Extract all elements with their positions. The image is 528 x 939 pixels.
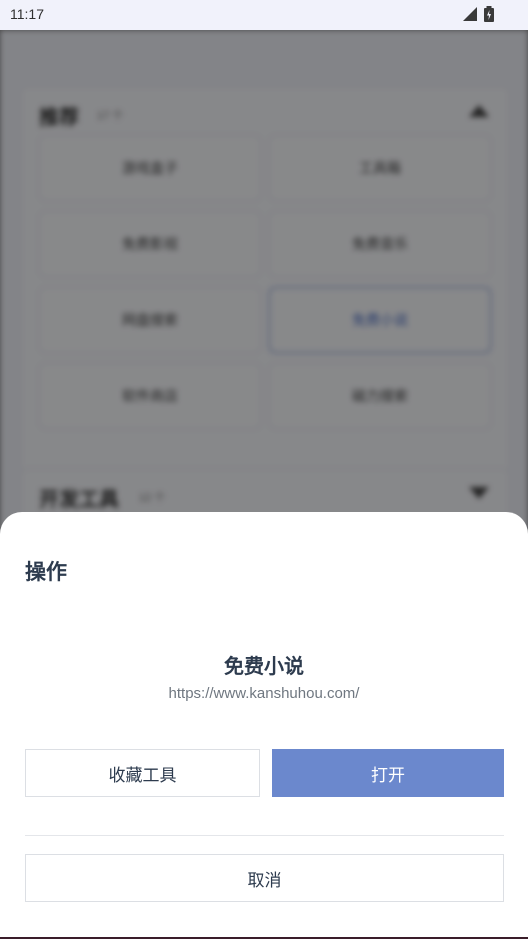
signal-icon xyxy=(463,7,477,21)
open-button[interactable]: 打开 xyxy=(272,749,504,797)
action-sheet: 操作 免费小说 https://www.kanshuhou.com/ 收藏工具 … xyxy=(0,512,528,939)
battery-icon xyxy=(484,6,494,22)
favorite-tool-button[interactable]: 收藏工具 xyxy=(25,749,260,797)
status-time: 11:17 xyxy=(10,6,44,22)
status-bar: 11:17 xyxy=(0,0,528,30)
status-icons xyxy=(462,6,494,22)
divider xyxy=(25,835,504,836)
tool-url: https://www.kanshuhou.com/ xyxy=(168,685,360,702)
cancel-button[interactable]: 取消 xyxy=(25,854,504,902)
tool-name: 免费小说 xyxy=(224,654,304,678)
sheet-title: 操作 xyxy=(25,560,67,584)
